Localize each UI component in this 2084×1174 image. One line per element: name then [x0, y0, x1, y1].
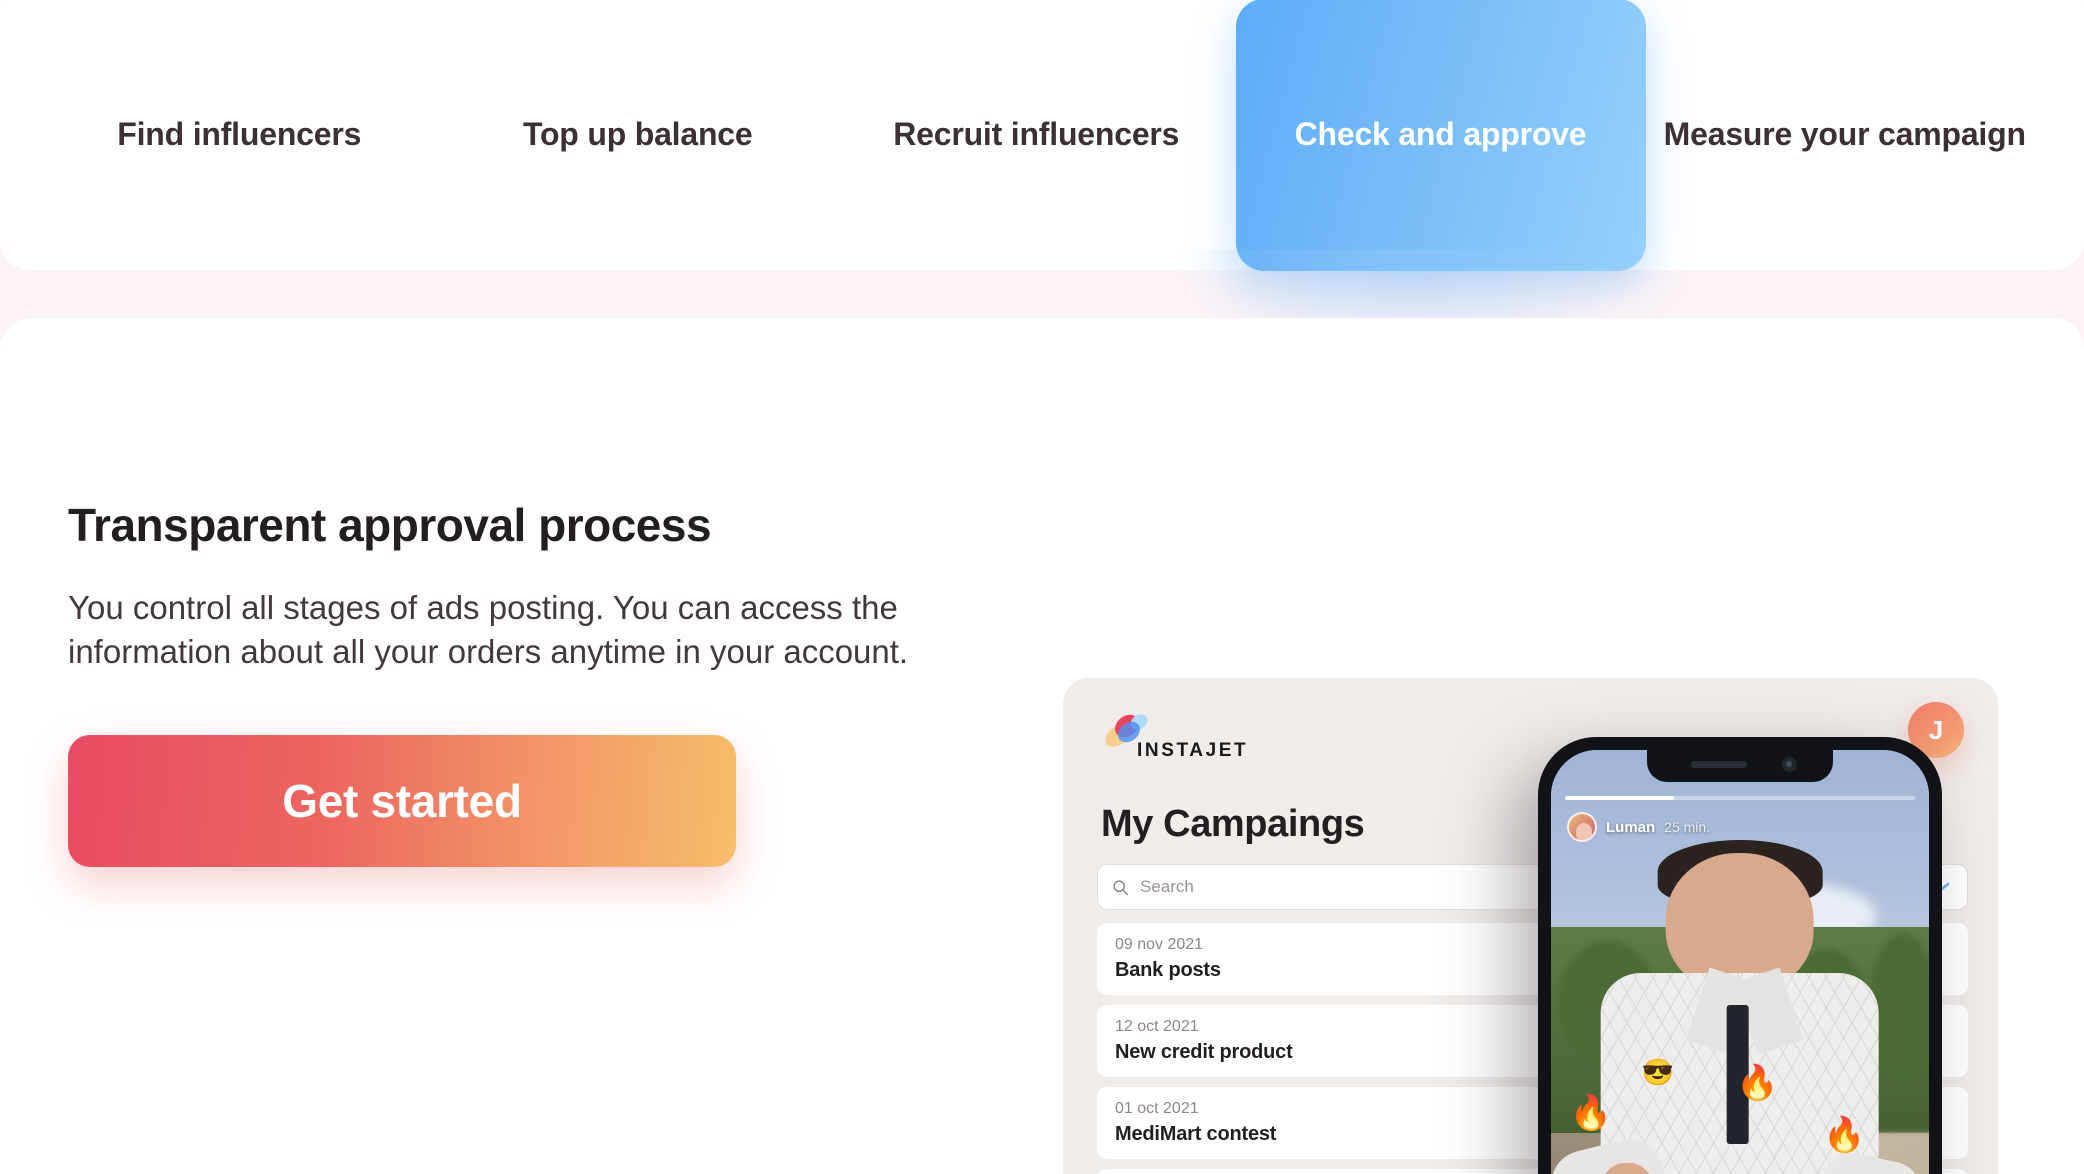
campaign-name: Bank posts: [1115, 959, 1221, 981]
front-camera-icon: [1782, 757, 1797, 772]
content-card: Transparent approval process You control…: [0, 318, 2084, 1174]
nav-tab-label: Find influencers: [117, 116, 362, 153]
story-progress-fill: [1565, 796, 1674, 800]
campaign-name: New credit product: [1115, 1041, 1293, 1063]
page-title: Transparent approval process: [68, 499, 712, 551]
phone-notch: [1647, 750, 1833, 782]
nav-tab-top-up-balance[interactable]: Top up balance: [439, 115, 838, 154]
avatar-initial: J: [1928, 714, 1944, 745]
search-icon: [1113, 879, 1129, 895]
get-started-button[interactable]: Get started: [68, 735, 736, 868]
steps-nav: Find influencers Top up balance Recruit …: [0, 0, 2084, 271]
nav-tab-label: Top up balance: [522, 116, 753, 153]
hero-copy: Transparent approval process You control…: [68, 498, 948, 868]
nav-tab-recruit-influencers[interactable]: Recruit influencers: [837, 115, 1236, 154]
campaign-info: 12 oct 2021 New credit product: [1097, 1018, 1567, 1064]
nav-tab-measure-your-campaign[interactable]: Measure your campaign: [1646, 115, 2045, 154]
story-author-name: Luman: [1606, 818, 1656, 836]
campaign-info: 09 nov 2021 Bank posts: [1097, 936, 1567, 982]
sticker-fire-emoji: 🔥: [1823, 1116, 1866, 1154]
campaigns-heading: My Campaings: [1101, 803, 1365, 845]
brand-name: INSTAJET: [1137, 740, 1249, 761]
phone-screen: Luman 25 min. 😎 🔥 🔥 🔥 🔥 🔥 🔥 ^ See More: [1551, 750, 1929, 1174]
head: [1666, 853, 1814, 993]
phone-mockup: Luman 25 min. 😎 🔥 🔥 🔥 🔥 🔥 🔥 ^ See More: [1538, 737, 1942, 1174]
nav-tab-label: Recruit influencers: [893, 116, 1180, 153]
speaker: [1691, 761, 1747, 768]
campaign-info: 01 oct 2021 MediMart contest: [1097, 1100, 1567, 1146]
sticker-fire-emoji: 🔥: [1569, 1093, 1613, 1132]
sticker-fire-emoji: 🔥: [1736, 1064, 1779, 1103]
story-header[interactable]: Luman 25 min.: [1567, 812, 1710, 842]
hero-description: You control all stages of ads posting. Y…: [68, 589, 909, 670]
campaign-date: 12 oct 2021: [1115, 1018, 1199, 1035]
story-timestamp: 25 min.: [1664, 819, 1711, 835]
story-progress-bar[interactable]: [1565, 796, 1915, 800]
campaign-date: 09 nov 2021: [1115, 936, 1204, 953]
nav-tab-label: Measure your campaign: [1663, 116, 2026, 153]
campaign-date: 01 oct 2021: [1115, 1100, 1199, 1117]
nav-tab-check-and-approve[interactable]: Check and approve: [1235, 0, 1646, 271]
page-root: Find influencers Top up balance Recruit …: [0, 0, 2084, 1174]
sticker-sunglasses-emoji: 😎: [1641, 1057, 1675, 1088]
nav-tab-find-influencers[interactable]: Find influencers: [40, 115, 439, 154]
instajet-logo: INSTAJET: [1101, 706, 1251, 766]
nav-tab-label: Check and approve: [1294, 116, 1587, 153]
campaign-name: MediMart contest: [1115, 1123, 1277, 1145]
story-author-avatar: [1567, 812, 1597, 842]
